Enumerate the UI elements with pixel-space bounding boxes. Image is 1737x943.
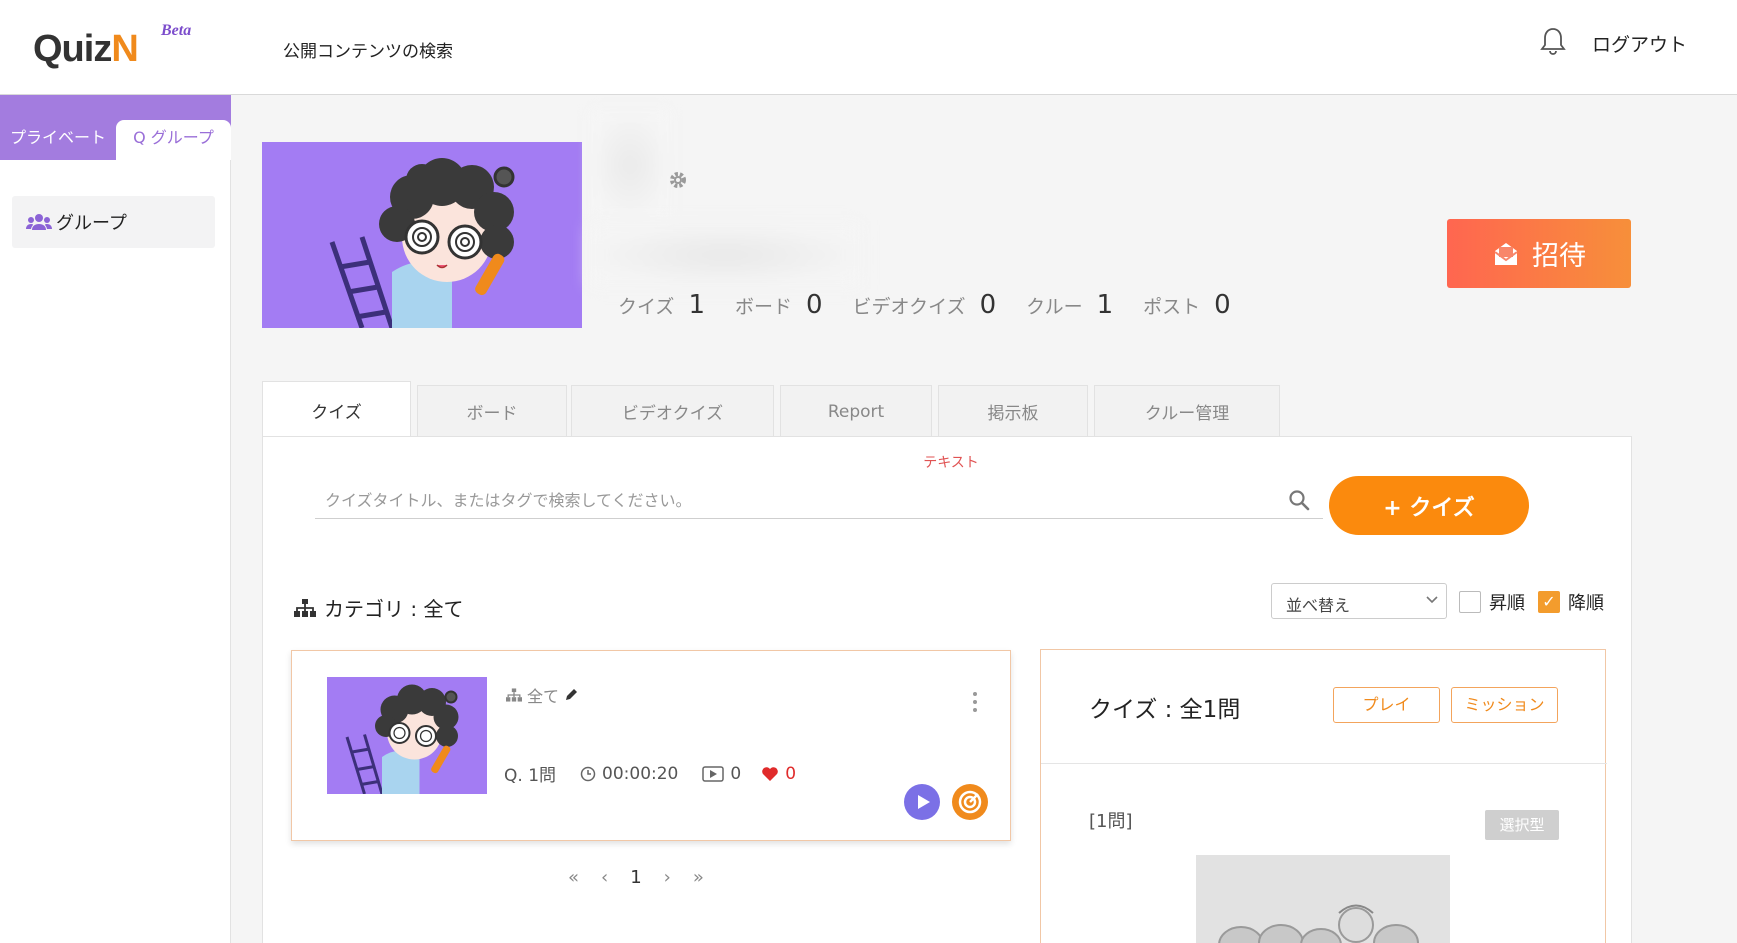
sitemap-icon	[506, 688, 522, 702]
last-page-button[interactable]: »	[693, 867, 704, 888]
tab-video-quiz[interactable]: ビデオクイズ	[571, 385, 774, 437]
quiz-time: 00:00:20	[580, 764, 678, 784]
category-label: カテゴリ : 全て	[324, 597, 464, 621]
quiz-category-label: 全て	[527, 687, 560, 706]
question-image	[1196, 855, 1450, 943]
target-icon	[958, 790, 982, 814]
next-page-button[interactable]: ›	[664, 867, 671, 888]
stat-board-value: 0	[806, 290, 823, 320]
tab-board[interactable]: ボード	[417, 385, 567, 437]
mission-button[interactable]	[952, 784, 988, 820]
group-cover-image	[262, 142, 582, 328]
search-icon[interactable]	[1288, 489, 1310, 511]
current-page[interactable]: 1	[630, 867, 641, 888]
stat-quiz-value: 1	[688, 290, 705, 320]
pagination: « ‹ 1 › »	[568, 867, 704, 888]
stat-board-label: ボード	[734, 296, 792, 318]
sitemap-icon	[294, 598, 316, 617]
quiz-time-value: 00:00:20	[602, 763, 679, 784]
stat-post-value: 0	[1214, 290, 1231, 320]
question-type-badge: 選択型	[1485, 810, 1559, 840]
heart-icon	[762, 766, 779, 781]
sidebar-item-group[interactable]: グループ	[12, 196, 215, 248]
invite-button[interactable]: 招待	[1447, 219, 1631, 288]
logo-beta: Beta	[161, 22, 192, 39]
stat-video-value: 0	[979, 290, 997, 320]
quiz-preview-panel: クイズ : 全1問 プレイ ミッション [1問] 選択型	[1040, 649, 1607, 943]
logo-n: N	[111, 28, 138, 70]
logout-link[interactable]: ログアウト	[1592, 30, 1687, 57]
sort-label: 並べ替え	[1286, 596, 1351, 615]
stat-video-label: ビデオクイズ	[852, 296, 966, 318]
public-content-search-link[interactable]: 公開コンテンツの検索	[283, 37, 453, 62]
quiz-panel: テキスト クイズタイトル、またはタグで検索してください。 + クイズ カテゴリ …	[262, 436, 1632, 943]
quizn-logo[interactable]: QuizN Beta	[33, 22, 191, 71]
chevron-down-icon	[1426, 596, 1438, 604]
play-icon	[918, 795, 930, 809]
tab-private[interactable]: プライベート	[0, 120, 116, 155]
video-play-icon	[702, 765, 725, 782]
bell-icon[interactable]	[1540, 26, 1566, 56]
sort-select[interactable]: 並べ替え	[1271, 583, 1447, 619]
divider	[1041, 763, 1607, 764]
sidebar-tabs: プライベート Q グループ	[0, 95, 231, 160]
first-page-button[interactable]: «	[568, 867, 579, 888]
asc-checkbox[interactable]	[1459, 591, 1481, 613]
quiz-likes: 0	[761, 764, 796, 784]
profile-avatar-placeholder	[590, 110, 670, 220]
tab-bulletin-board[interactable]: 掲示板	[938, 385, 1088, 437]
quiz-plays-value: 0	[730, 763, 742, 784]
hint-text: テキスト	[923, 455, 979, 471]
preview-title: クイズ : 全1問	[1089, 697, 1241, 723]
add-quiz-button[interactable]: + クイズ	[1329, 476, 1529, 535]
logo-text: Quiz	[33, 28, 112, 70]
question-number: [1問]	[1089, 811, 1133, 832]
profile-stats: クイズ 1 ボード 0 ビデオクイズ 0 クルー 1 ポスト 0	[618, 290, 1261, 320]
more-vertical-icon[interactable]	[972, 691, 978, 713]
tab-quiz[interactable]: クイズ	[262, 381, 411, 438]
quiz-card[interactable]: 全て Q. 1問 00:00:20 0 0	[291, 650, 1011, 841]
prev-page-button[interactable]: ‹	[601, 867, 608, 888]
character-illustration	[345, 684, 459, 794]
mail-icon	[1494, 242, 1518, 265]
profile-name-placeholder	[590, 225, 860, 285]
sidebar: プライベート Q グループ グループ	[0, 95, 231, 943]
question-count: Q. 1問	[504, 766, 557, 786]
desc-checkbox[interactable]: ✓	[1538, 591, 1560, 613]
character-illustration	[329, 158, 515, 328]
tab-crew-management[interactable]: クルー管理	[1094, 385, 1280, 437]
tab-q-group[interactable]: Q グループ	[116, 120, 231, 160]
play-button[interactable]	[904, 784, 940, 820]
users-icon	[26, 214, 52, 230]
tab-report[interactable]: Report	[780, 385, 932, 437]
category-filter[interactable]: カテゴリ : 全て	[294, 593, 463, 622]
asc-label: 昇順	[1489, 593, 1525, 614]
search-input[interactable]: クイズタイトル、またはタグで検索してください。	[315, 477, 1323, 519]
clock-icon	[580, 766, 596, 781]
invite-label: 招待	[1532, 241, 1586, 272]
quiz-likes-value: 0	[785, 763, 797, 784]
stat-quiz-label: クイズ	[618, 296, 675, 318]
sidebar-item-label: グループ	[56, 213, 127, 234]
quiz-category: 全て	[506, 683, 578, 707]
quiz-plays: 0	[702, 764, 741, 784]
quiz-thumbnail[interactable]	[327, 677, 487, 794]
top-header: QuizN Beta 公開コンテンツの検索 ログアウト	[0, 0, 1737, 95]
pencil-icon[interactable]	[564, 688, 578, 702]
stat-crew-label: クルー	[1026, 296, 1083, 318]
preview-play-button[interactable]: プレイ	[1333, 687, 1440, 723]
desc-label: 降順	[1568, 593, 1604, 614]
characters-illustration	[1218, 904, 1419, 943]
stat-crew-value: 1	[1096, 290, 1114, 320]
preview-mission-button[interactable]: ミッション	[1451, 687, 1558, 723]
gear-icon[interactable]	[668, 170, 688, 190]
quiz-meta: Q. 1問 00:00:20 0 0	[504, 761, 820, 787]
stat-post-label: ポスト	[1143, 296, 1201, 318]
